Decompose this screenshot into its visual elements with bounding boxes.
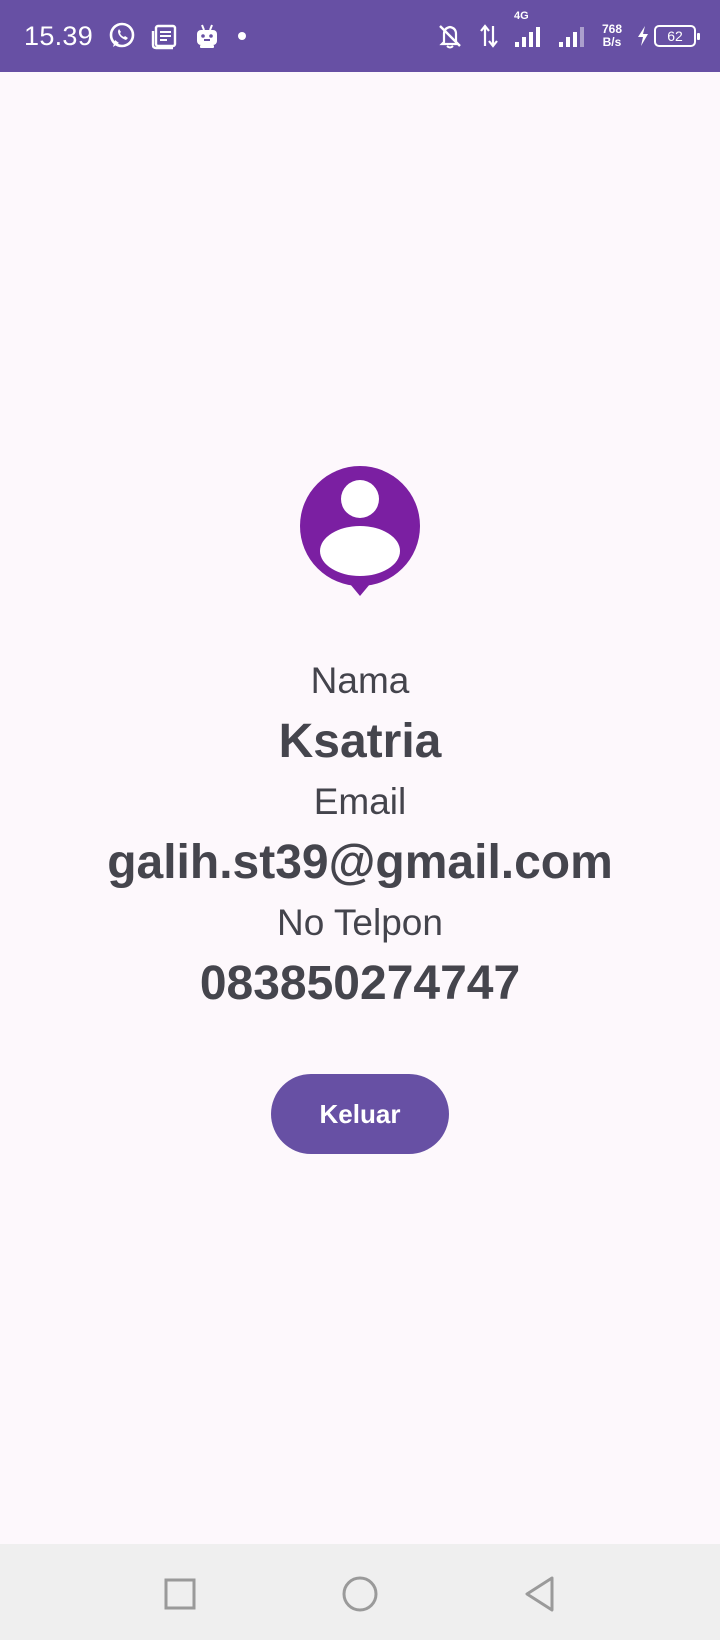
signal-icon-2	[558, 24, 588, 48]
status-bar-right: 4G 768 B/s 62	[436, 10, 700, 50]
whatsapp-icon	[107, 21, 137, 51]
status-bar: 15.39 4G 768 B/s 62	[0, 0, 720, 72]
news-icon	[151, 22, 179, 50]
navigation-bar	[0, 1544, 720, 1640]
profile-avatar-icon	[298, 464, 422, 605]
recents-square-icon[interactable]	[152, 1566, 208, 1622]
phone-value: 083850274747	[199, 957, 521, 1010]
network-type: 4G	[513, 10, 529, 22]
profile-screen: Nama Ksatria Email galih.st39@gmail.com …	[0, 72, 720, 1544]
name-value: Ksatria	[278, 715, 442, 768]
email-label: Email	[313, 781, 407, 822]
dot-icon	[235, 29, 249, 43]
phone-label: No Telpon	[277, 902, 443, 943]
status-bar-left: 15.39	[24, 21, 249, 52]
email-value: galih.st39@gmail.com	[107, 836, 613, 889]
status-time: 15.39	[24, 20, 94, 51]
battery-level: 62	[667, 28, 683, 44]
battery-icon: 62	[654, 25, 700, 47]
speed-unit: B/s	[602, 35, 622, 49]
signal-icon: 4G	[514, 10, 544, 48]
bot-icon	[193, 22, 221, 50]
mute-bell-icon	[436, 22, 464, 50]
data-arrows-icon	[478, 22, 500, 50]
back-triangle-icon[interactable]	[512, 1566, 568, 1622]
logout-button[interactable]: Keluar	[271, 1074, 449, 1154]
home-circle-icon[interactable]	[332, 1566, 388, 1622]
name-label: Nama	[310, 660, 410, 701]
charging-icon	[636, 25, 650, 47]
network-speed: 768 B/s	[602, 23, 622, 49]
